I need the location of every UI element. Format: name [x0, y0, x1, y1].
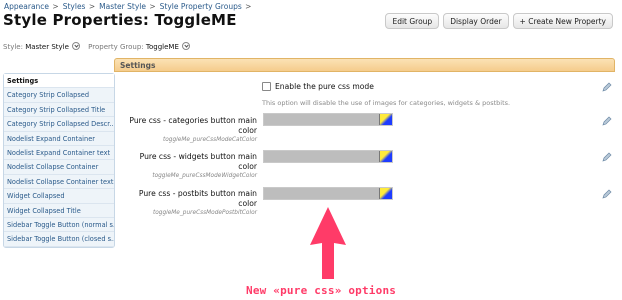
breadcrumb: Appearance > Styles > Master Style > Sty… [4, 2, 251, 11]
sidebar-item-sidebar-toggle-normal[interactable]: Sidebar Toggle Button (normal s... [4, 218, 114, 233]
color-picker-icon[interactable] [379, 114, 392, 125]
widgets-color-key: toggleMe_pureCssModeWidgetColor [152, 173, 257, 179]
pencil-icon[interactable] [602, 152, 612, 162]
annotation-text: New «pure css» options [246, 284, 397, 297]
sidebar-item-nodelist-expand-container-text[interactable]: Nodelist Expand Container text [4, 146, 114, 161]
widgets-color-input[interactable] [263, 150, 393, 163]
sidebar-item-nodelist-collapse-container[interactable]: Nodelist Collapse Container [4, 160, 114, 175]
style-filter-value: Master Style [25, 43, 69, 51]
pencil-icon[interactable] [602, 116, 612, 126]
postbits-color-input[interactable] [263, 187, 393, 200]
categories-color-input[interactable] [263, 113, 393, 126]
arrow-up-icon [310, 207, 346, 279]
breadcrumb-label: Master Style [99, 2, 146, 11]
sidebar-item-settings[interactable]: Settings [4, 74, 114, 89]
pure-css-mode-label: Enable the pure css mode [275, 82, 374, 91]
create-new-property-button[interactable]: + Create New Property [512, 13, 613, 29]
display-order-button[interactable]: Display Order [443, 13, 509, 29]
widgets-color-label: Pure css - widgets button main color [139, 152, 257, 171]
pencil-icon[interactable] [602, 82, 612, 92]
filter-row: Style: Master Style Property Group: Togg… [3, 41, 191, 51]
style-filter-label: Style: [3, 43, 23, 51]
breadcrumb-item-style-property-groups[interactable]: Style Property Groups > [160, 2, 252, 11]
breadcrumb-label: Appearance [4, 2, 50, 11]
pure-css-mode-description: This option will disable the use of imag… [262, 99, 511, 107]
settings-header: Settings [114, 58, 615, 72]
sidebar-item-widget-collapsed[interactable]: Widget Collapsed [4, 189, 114, 204]
property-group-label: Property Group: [88, 43, 144, 51]
sidebar-item-category-strip-collapsed-title[interactable]: Category Strip Collapsed Title [4, 103, 114, 118]
breadcrumb-item-master-style[interactable]: Master Style > [99, 2, 156, 11]
breadcrumb-item-styles[interactable]: Styles > [63, 2, 95, 11]
breadcrumb-item-appearance[interactable]: Appearance > [4, 2, 59, 11]
edit-group-button[interactable]: Edit Group [385, 13, 440, 29]
sidebar-item-sidebar-toggle-closed[interactable]: Sidebar Toggle Button (closed s... [4, 232, 114, 247]
breadcrumb-label: Style Property Groups [159, 2, 242, 11]
pure-css-mode-option[interactable]: Enable the pure css mode [262, 82, 374, 91]
page-title: Style Properties: ToggleME [3, 11, 237, 29]
settings-panel: Settings Enable the pure css mode This o… [114, 58, 615, 218]
postbits-color-label: Pure css - postbits button main color [138, 189, 257, 208]
style-filter[interactable]: Style: Master Style [3, 41, 81, 51]
top-toolbar: Edit Group Display Order + Create New Pr… [385, 13, 613, 29]
color-picker-icon[interactable] [379, 151, 392, 162]
color-picker-icon[interactable] [379, 188, 392, 199]
sidebar-item-nodelist-collapse-container-text[interactable]: Nodelist Collapse Container text [4, 175, 114, 190]
sidebar: Settings Category Strip Collapsed Catego… [3, 73, 115, 248]
sidebar-item-category-strip-collapsed-description[interactable]: Category Strip Collapsed Descr... [4, 117, 114, 132]
pure-css-mode-checkbox[interactable] [262, 82, 271, 91]
pencil-icon[interactable] [602, 189, 612, 199]
chevron-down-icon[interactable] [72, 42, 81, 50]
breadcrumb-label: Styles [62, 2, 86, 11]
categories-color-label: Pure css - categories button main color [129, 116, 257, 135]
property-group-value: ToggleME [145, 43, 179, 51]
sidebar-item-widget-collapsed-title[interactable]: Widget Collapsed Title [4, 204, 114, 218]
chevron-down-icon[interactable] [182, 42, 191, 50]
postbits-color-key: toggleMe_pureCssModePostbitColor [152, 210, 257, 216]
categories-color-key: toggleMe_pureCssModeCatColor [162, 137, 257, 143]
property-group-filter[interactable]: Property Group: ToggleME [88, 41, 191, 51]
sidebar-item-nodelist-expand-container[interactable]: Nodelist Expand Container [4, 132, 114, 146]
sidebar-item-category-strip-collapsed[interactable]: Category Strip Collapsed [4, 88, 114, 103]
